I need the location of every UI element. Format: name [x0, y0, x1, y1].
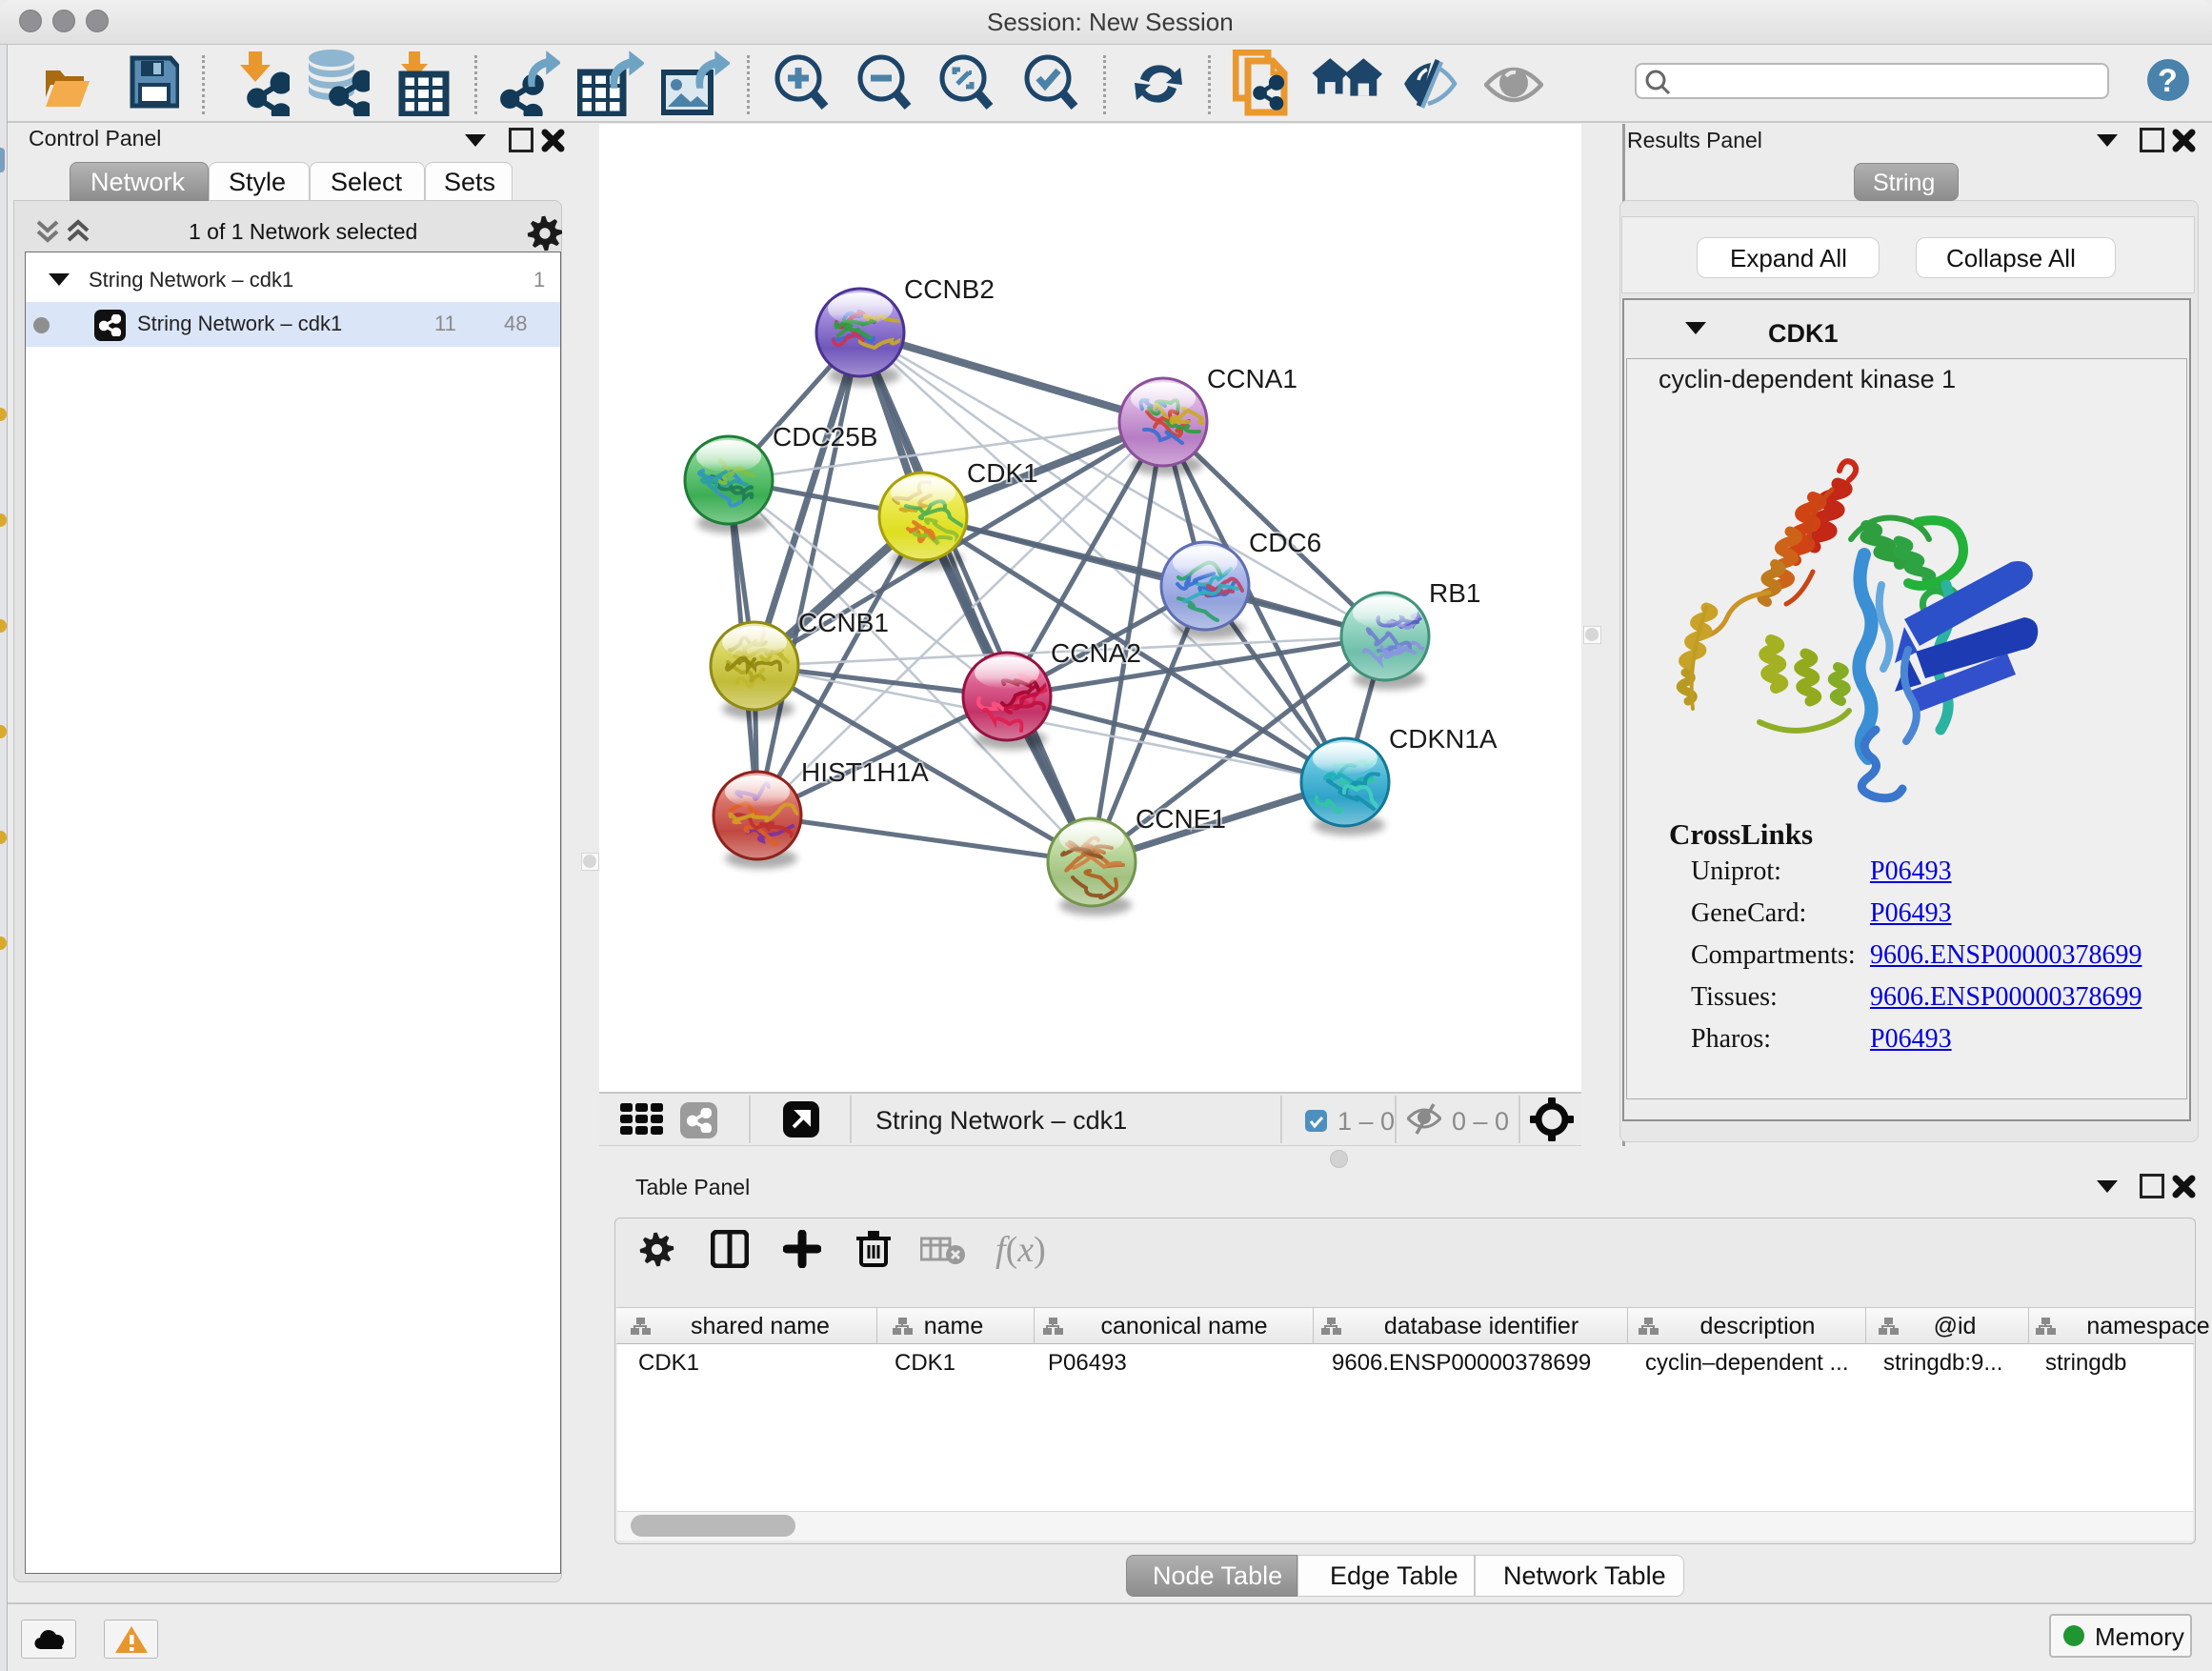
svg-text:CDKN1A: CDKN1A — [1389, 724, 1498, 754]
svg-text:HIST1H1A: HIST1H1A — [801, 757, 929, 787]
svg-text:CCNA1: CCNA1 — [1207, 364, 1297, 393]
svg-text:CCNE1: CCNE1 — [1136, 804, 1226, 834]
svg-text:CDK1: CDK1 — [967, 458, 1038, 488]
svg-text:CDC25B: CDC25B — [773, 422, 877, 452]
svg-text:CCNB1: CCNB1 — [798, 608, 889, 637]
svg-text:RB1: RB1 — [1429, 578, 1480, 608]
svg-text:CCNA2: CCNA2 — [1051, 638, 1141, 668]
svg-text:CCNB2: CCNB2 — [904, 274, 995, 304]
svg-text:CDC6: CDC6 — [1249, 528, 1321, 557]
